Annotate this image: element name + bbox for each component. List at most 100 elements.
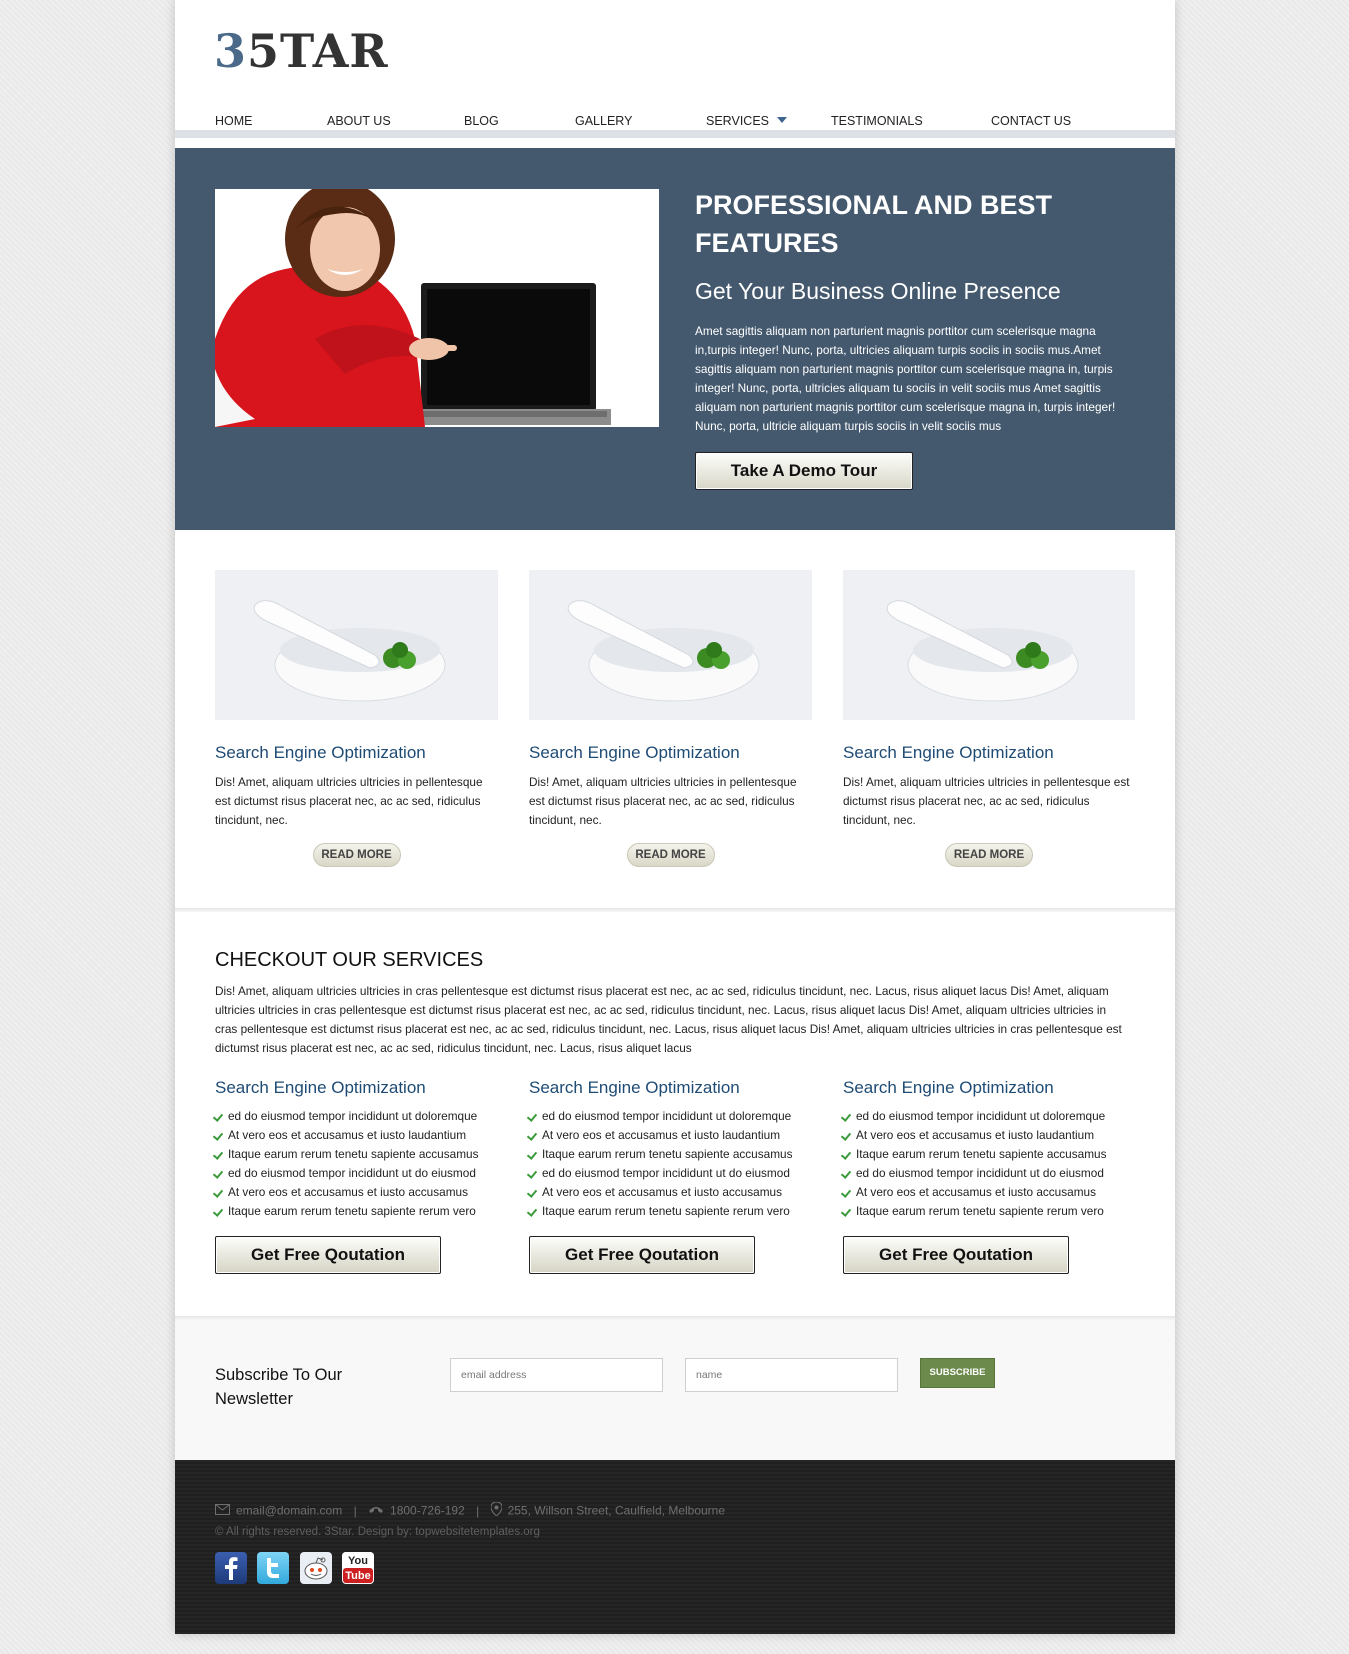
copyright-text: © All rights reserved. 3Star. Design by:… xyxy=(215,1526,540,1538)
phone-icon xyxy=(368,1504,384,1518)
checkmark-icon xyxy=(840,1111,852,1122)
youtube-icon[interactable]: You Tube xyxy=(342,1552,375,1584)
checkmark-icon xyxy=(212,1111,224,1122)
logo-number: 3 xyxy=(214,24,248,78)
logo-text: 5TAR xyxy=(247,24,389,78)
service-list: ed do eiusmod tempor incididunt ut dolor… xyxy=(212,1107,498,1221)
list-item: Itaque earum rerum tenetu sapiente accus… xyxy=(212,1145,498,1164)
checkmark-icon xyxy=(526,1130,538,1141)
name-field[interactable] xyxy=(685,1358,898,1392)
feature-text: Dis! Amet, aliquam ultricies ultricies i… xyxy=(843,775,1130,827)
free-quotation-button[interactable]: Get Free Qoutation xyxy=(529,1236,755,1274)
hero-image xyxy=(215,189,659,427)
footer-address: 255, Willson Street, Caulfield, Melbourn… xyxy=(507,1503,726,1518)
checkmark-icon xyxy=(526,1206,538,1217)
section-divider xyxy=(175,908,1175,912)
facebook-icon[interactable] xyxy=(215,1552,247,1584)
list-item: At vero eos et accusamus et iusto accusa… xyxy=(212,1183,498,1202)
nav-blog[interactable]: BLOG xyxy=(464,114,499,128)
newsletter-title: Subscribe To Our Newsletter xyxy=(215,1366,343,1408)
social-links: You Tube xyxy=(215,1552,380,1584)
service-column: Search Engine Optimization ed do eiusmod… xyxy=(212,1078,498,1274)
reddit-icon[interactable] xyxy=(299,1552,332,1584)
feature-image xyxy=(529,570,812,720)
youtube-icon-top: You xyxy=(348,1555,368,1567)
service-title: Search Engine Optimization xyxy=(529,1078,740,1097)
main-nav: HOME ABOUT US BLOG GALLERY SERVICES TEST… xyxy=(175,106,1175,138)
free-quotation-button[interactable]: Get Free Qoutation xyxy=(215,1236,441,1274)
list-item: At vero eos et accusamus et iusto laudan… xyxy=(526,1126,812,1145)
list-item: At vero eos et accusamus et iusto laudan… xyxy=(840,1126,1126,1145)
newsletter-section: Subscribe To Our Newsletter SUBSCRIBE xyxy=(175,1320,1175,1460)
service-column: Search Engine Optimization ed do eiusmod… xyxy=(526,1078,812,1274)
list-item: Itaque earum rerum tenetu sapiente rerum… xyxy=(212,1202,498,1221)
demo-tour-button[interactable]: Take A Demo Tour xyxy=(695,452,913,490)
service-title: Search Engine Optimization xyxy=(843,1078,1054,1097)
read-more-button[interactable]: READ MORE xyxy=(626,843,715,867)
feature-title: Search Engine Optimization xyxy=(529,743,740,762)
list-item: Itaque earum rerum tenetu sapiente accus… xyxy=(526,1145,812,1164)
list-item: Itaque earum rerum tenetu sapiente rerum… xyxy=(840,1202,1126,1221)
hero-subtitle: Get Your Business Online Presence xyxy=(695,278,1061,304)
checkmark-icon xyxy=(526,1111,538,1122)
list-item: ed do eiusmod tempor incididunt ut do ei… xyxy=(840,1164,1126,1183)
feature-text: Dis! Amet, aliquam ultricies ultricies i… xyxy=(215,775,483,827)
service-title: Search Engine Optimization xyxy=(215,1078,426,1097)
checkmark-icon xyxy=(840,1206,852,1217)
nav-testimonials[interactable]: TESTIMONIALS xyxy=(831,114,923,128)
list-item: ed do eiusmod tempor incididunt ut do ei… xyxy=(212,1164,498,1183)
footer-email[interactable]: email@domain.com xyxy=(236,1504,342,1518)
services-heading: CHECKOUT OUR SERVICES xyxy=(215,949,484,971)
nav-services-label: SERVICES xyxy=(706,114,769,128)
checkmark-icon xyxy=(212,1168,224,1179)
feature-title: Search Engine Optimization xyxy=(843,743,1054,762)
nav-gallery[interactable]: GALLERY xyxy=(575,114,632,128)
checkmark-icon xyxy=(212,1149,224,1160)
list-item: Itaque earum rerum tenetu sapiente rerum… xyxy=(526,1202,812,1221)
email-field[interactable] xyxy=(450,1358,663,1392)
list-item: ed do eiusmod tempor incididunt ut dolor… xyxy=(526,1107,812,1126)
free-quotation-button[interactable]: Get Free Qoutation xyxy=(843,1236,1069,1274)
service-column: Search Engine Optimization ed do eiusmod… xyxy=(840,1078,1126,1274)
feature-image xyxy=(215,570,498,720)
separator: | xyxy=(353,1503,357,1518)
location-pin-icon xyxy=(490,1501,503,1519)
hero-banner: PROFESSIONAL AND BEST FEATURES Get Your … xyxy=(175,148,1175,530)
service-list: ed do eiusmod tempor incididunt ut dolor… xyxy=(840,1107,1126,1221)
service-list: ed do eiusmod tempor incididunt ut dolor… xyxy=(526,1107,812,1221)
nav-home[interactable]: HOME xyxy=(215,114,253,128)
caret-down-icon xyxy=(777,117,787,123)
hero-text: Amet sagittis aliquam non parturient mag… xyxy=(695,324,1116,433)
subscribe-button[interactable]: SUBSCRIBE xyxy=(920,1358,995,1388)
read-more-button[interactable]: READ MORE xyxy=(312,843,401,867)
nav-about-us[interactable]: ABOUT US xyxy=(327,114,391,128)
services-intro: Dis! Amet, aliquam ultricies ultricies i… xyxy=(215,984,1122,1055)
checkmark-icon xyxy=(212,1130,224,1141)
checkmark-icon xyxy=(526,1187,538,1198)
mail-icon xyxy=(215,1503,230,1518)
list-item: At vero eos et accusamus et iusto laudan… xyxy=(212,1126,498,1145)
read-more-button[interactable]: READ MORE xyxy=(945,843,1033,867)
feature-card: Search Engine Optimization Dis! Amet, al… xyxy=(843,570,1135,867)
footer-phone: 1800-726-192 xyxy=(390,1503,465,1518)
checkmark-icon xyxy=(840,1187,852,1198)
feature-image xyxy=(843,570,1135,720)
feature-card: Search Engine Optimization Dis! Amet, al… xyxy=(529,570,812,867)
nav-contact-us[interactable]: CONTACT US xyxy=(991,114,1071,128)
site-logo[interactable]: 35TAR xyxy=(214,24,389,78)
hero-title: PROFESSIONAL AND BEST FEATURES xyxy=(695,190,1053,258)
nav-services[interactable]: SERVICES xyxy=(706,114,787,128)
list-item: ed do eiusmod tempor incididunt ut dolor… xyxy=(840,1107,1126,1126)
checkmark-icon xyxy=(212,1187,224,1198)
feature-text: Dis! Amet, aliquam ultricies ultricies i… xyxy=(529,775,797,827)
checkmark-icon xyxy=(526,1149,538,1160)
feature-title: Search Engine Optimization xyxy=(215,743,426,762)
list-item: Itaque earum rerum tenetu sapiente accus… xyxy=(840,1145,1126,1164)
checkmark-icon xyxy=(840,1168,852,1179)
twitter-icon[interactable] xyxy=(257,1552,290,1584)
youtube-icon-bottom: Tube xyxy=(346,1570,371,1582)
feature-card: Search Engine Optimization Dis! Amet, al… xyxy=(215,570,498,867)
list-item: At vero eos et accusamus et iusto accusa… xyxy=(526,1183,812,1202)
contact-info: email@domain.com | 1800-726-192 | 255, W… xyxy=(215,1501,726,1519)
checkmark-icon xyxy=(526,1168,538,1179)
